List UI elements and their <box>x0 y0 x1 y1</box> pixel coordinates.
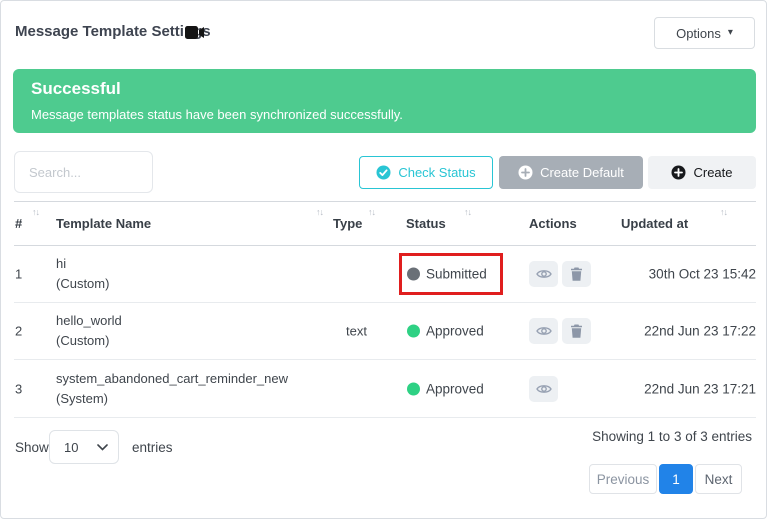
delete-button[interactable] <box>562 261 591 287</box>
row-number: 3 <box>15 381 22 396</box>
sort-icon[interactable]: ↑↓ <box>316 207 323 217</box>
template-name: hi <box>56 254 109 274</box>
view-button[interactable] <box>529 261 558 287</box>
eye-icon <box>536 383 552 395</box>
column-header-type[interactable]: Type <box>333 216 362 231</box>
alert-title: Successful <box>31 79 121 99</box>
create-label: Create <box>693 165 732 180</box>
template-name-cell: system_abandoned_cart_reminder_new (Syst… <box>56 369 288 409</box>
table-row: 2 hello_world (Custom) text Approved 22n… <box>14 303 756 360</box>
table-row: 3 system_abandoned_cart_reminder_new (Sy… <box>14 360 756 418</box>
entries-label: entries <box>132 440 173 455</box>
pagination-page-1-button[interactable]: 1 <box>659 464 693 494</box>
status-label: Submitted <box>426 267 487 282</box>
page-title: Message Template Settings <box>15 23 211 40</box>
create-button[interactable]: Create <box>648 156 756 189</box>
entries-summary: Showing 1 to 3 of 3 entries <box>592 429 752 444</box>
message-template-settings-page: Message Template Settings Options ▾ Succ… <box>0 0 767 519</box>
table-row: 1 hi (Custom) Submitted 30th Oct 23 15:4… <box>14 246 756 303</box>
view-button[interactable] <box>529 376 558 402</box>
status-dot-approved <box>407 325 420 338</box>
check-status-label: Check Status <box>398 165 475 180</box>
check-status-button[interactable]: Check Status <box>359 156 493 189</box>
updated-at-cell: 22nd Jun 23 17:22 <box>644 324 756 339</box>
column-header-actions: Actions <box>529 216 577 231</box>
options-button[interactable]: Options ▾ <box>654 17 755 49</box>
options-button-label: Options <box>676 26 721 41</box>
eye-icon <box>536 268 552 280</box>
status-dot-submitted <box>407 268 420 281</box>
sort-icon[interactable]: ↑↓ <box>368 207 375 217</box>
column-header-status[interactable]: Status <box>406 216 446 231</box>
template-name: system_abandoned_cart_reminder_new <box>56 369 288 389</box>
trash-icon <box>570 324 583 338</box>
row-number: 1 <box>15 267 22 282</box>
sort-icon[interactable]: ↑↓ <box>464 207 471 217</box>
template-category: (Custom) <box>56 331 122 351</box>
check-circle-icon <box>376 165 391 180</box>
status-dot-approved <box>407 382 420 395</box>
updated-at-cell: 22nd Jun 23 17:21 <box>644 381 756 396</box>
status-label: Approved <box>426 324 484 339</box>
show-label: Show <box>15 440 49 455</box>
pagination-next-button[interactable]: Next <box>695 464 742 494</box>
template-name-cell: hello_world (Custom) <box>56 311 122 351</box>
eye-icon <box>536 325 552 337</box>
create-default-button[interactable]: Create Default <box>499 156 643 189</box>
alert-message: Message templates status have been synch… <box>31 107 403 122</box>
template-name-cell: hi (Custom) <box>56 254 109 294</box>
table-header-top-border <box>14 201 756 202</box>
row-number: 2 <box>15 324 22 339</box>
page-size-value: 10 <box>64 440 78 455</box>
plus-circle-icon <box>671 165 686 180</box>
column-header-num[interactable]: # <box>15 216 22 231</box>
caret-down-icon: ▾ <box>728 28 733 38</box>
type-cell: text <box>346 324 367 339</box>
create-default-label: Create Default <box>540 165 624 180</box>
column-header-name[interactable]: Template Name <box>56 216 151 231</box>
template-category: (System) <box>56 389 288 409</box>
column-header-updated[interactable]: Updated at <box>621 216 688 231</box>
sort-icon[interactable]: ↑↓ <box>720 207 727 217</box>
video-camera-icon[interactable] <box>185 26 204 44</box>
delete-button[interactable] <box>562 318 591 344</box>
success-alert: Successful Message templates status have… <box>13 69 756 133</box>
template-category: (Custom) <box>56 274 109 294</box>
plus-circle-icon <box>518 165 533 180</box>
pagination-previous-button[interactable]: Previous <box>589 464 657 494</box>
trash-icon <box>570 267 583 281</box>
page-size-select[interactable]: 10 <box>49 430 119 464</box>
view-button[interactable] <box>529 318 558 344</box>
chevron-down-icon <box>97 444 108 451</box>
status-label: Approved <box>426 381 484 396</box>
sort-icon[interactable]: ↑↓ <box>32 207 39 217</box>
template-name: hello_world <box>56 311 122 331</box>
updated-at-cell: 30th Oct 23 15:42 <box>649 267 756 282</box>
search-input[interactable] <box>14 151 153 193</box>
